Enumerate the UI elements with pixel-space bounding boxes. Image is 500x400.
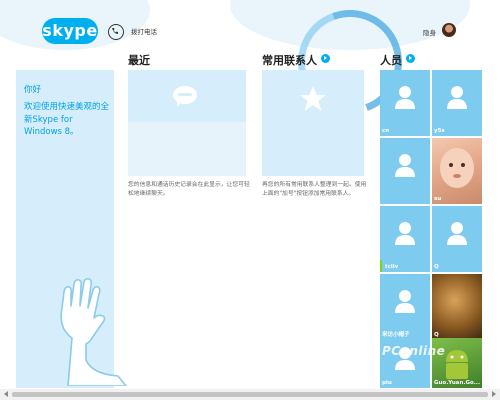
- contact-name: Q: [434, 264, 439, 270]
- recent-card-lower: [128, 122, 246, 176]
- contact-tile[interactable]: cn: [380, 70, 430, 136]
- welcome-message: 欢迎使用快速美观的全新Skype for Windows 8。: [24, 102, 110, 137]
- favorites-card[interactable]: [262, 70, 364, 176]
- contact-name: Guo.Yuan.Go...: [434, 380, 481, 386]
- horizontal-scrollbar[interactable]: [0, 389, 500, 400]
- chat-bubble-icon: [173, 86, 197, 107]
- user-avatar[interactable]: [442, 23, 456, 37]
- favorites-arrow-icon[interactable]: [321, 54, 330, 63]
- contact-name: cn: [382, 128, 390, 134]
- contact-tile[interactable]: Q: [432, 206, 482, 272]
- recent-description: 您的信息和通话历史记录会在此显示，让您可轻松地继续聊天。: [128, 182, 250, 197]
- person-icon: [395, 86, 415, 109]
- contact-name: y5s: [434, 128, 445, 134]
- status-label[interactable]: 隐身: [423, 27, 436, 37]
- contact-tile[interactable]: tcliv: [380, 206, 430, 272]
- scroll-left-arrow-icon[interactable]: [4, 391, 8, 397]
- recent-card[interactable]: [128, 70, 246, 176]
- contact-tile[interactable]: 来访小帽子: [380, 274, 430, 340]
- recent-title: 最近: [128, 54, 150, 67]
- person-icon: [447, 222, 467, 245]
- phone-glyph: [112, 28, 118, 35]
- presence-indicator: [380, 260, 382, 272]
- skype-logo: skype: [42, 18, 98, 44]
- people-title[interactable]: 人员: [380, 52, 415, 68]
- people-arrow-icon[interactable]: [406, 54, 415, 63]
- person-icon: [447, 86, 467, 109]
- contact-name: tcliv: [385, 264, 399, 270]
- greeting-text: 你好: [24, 85, 42, 95]
- contact-name: piu: [382, 380, 392, 386]
- waving-hand-illustration: [60, 278, 127, 386]
- scroll-thumb[interactable]: [12, 392, 488, 397]
- contact-tile[interactable]: y5s: [432, 70, 482, 136]
- person-icon: [395, 222, 415, 245]
- person-icon: [395, 290, 415, 313]
- call-button-label[interactable]: 拨打电话: [131, 26, 157, 36]
- contact-tile[interactable]: [380, 138, 430, 204]
- contact-tile-photo[interactable]: Q: [432, 274, 482, 340]
- person-icon: [395, 154, 415, 177]
- contact-tile-photo[interactable]: su: [432, 138, 482, 204]
- star-icon: [300, 86, 326, 111]
- baby-photo: [440, 148, 474, 188]
- favorites-description: 再您的所有常用联系人整理到一起。使用上面的"加号"按钮添加常用联系人。: [262, 182, 367, 197]
- phone-icon[interactable]: [108, 24, 124, 40]
- watermark: PConline: [382, 344, 446, 358]
- contact-name: 来访小帽子: [382, 332, 410, 338]
- favorites-title[interactable]: 常用联系人: [262, 52, 330, 68]
- scroll-right-arrow-icon[interactable]: [492, 391, 496, 397]
- contact-name: su: [434, 196, 442, 202]
